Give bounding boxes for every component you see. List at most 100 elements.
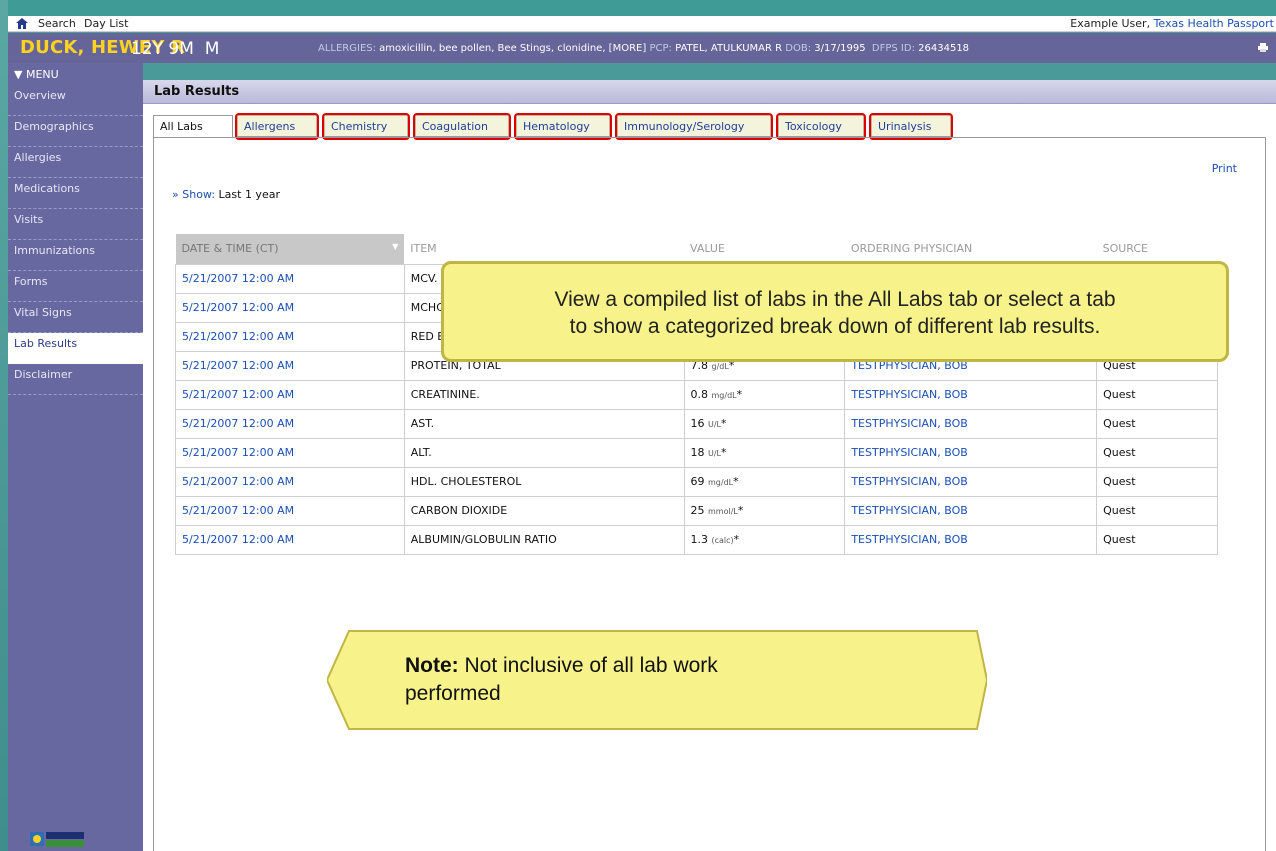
table-row: 5/21/2007 12:00 AM ALT. 18 U/L* TESTPHYSICI… [175,437,1218,468]
tab-toxicology[interactable]: Toxicology [778,115,864,137]
tab-all-labs[interactable]: All Labs [153,115,233,138]
sidebar-item-disclaimer[interactable]: Disclaimer [8,364,143,395]
dob-value: 3/17/1995 [814,43,866,54]
patient-sex: M [204,39,220,59]
day-list-link[interactable]: Day List [84,17,128,30]
tab-urinalysis[interactable]: Urinalysis [871,115,951,137]
sidebar-item-allergies[interactable]: Allergies [8,147,143,178]
user-info: Example User, Texas Health Passport [1070,17,1274,30]
row-source: Quest [1096,524,1218,555]
note-text: Note: Not inclusive of all lab work perf… [405,652,718,708]
show-filter[interactable]: » Show: Last 1 year [172,188,280,201]
dob-label: DOB: [785,43,812,54]
sidebar-item-visits[interactable]: Visits [8,209,143,240]
sidebar-item-demographics[interactable]: Demographics [8,116,143,147]
pcp-value: PATEL, ATULKUMAR R [675,43,783,54]
allergies-value[interactable]: amoxicillin, bee pollen, Bee Stings, clo… [379,43,646,54]
abnormal-marker: * [721,446,727,459]
abnormal-marker: * [733,475,739,488]
row-date-link[interactable]: 5/21/2007 12:00 AM [175,263,405,294]
row-value-number: 25 [690,504,705,517]
show-label: » Show: [172,188,216,201]
tab-immunology-serology[interactable]: Immunology/Serology [617,115,771,137]
row-date-link[interactable]: 5/21/2007 12:00 AM [175,495,405,526]
row-physician-link[interactable]: TESTPHYSICIAN, BOB [844,495,1098,526]
superior-logo [30,832,84,847]
row-date-link[interactable]: 5/21/2007 12:00 AM [175,408,405,439]
home-icon[interactable] [16,18,28,29]
user-name: Example User, [1070,17,1154,30]
note-line-1: Not inclusive of all lab work [458,654,718,677]
row-item: ALT. [403,437,685,468]
row-physician-link[interactable]: TESTPHYSICIAN, BOB [844,466,1098,497]
row-value-unit: U/L [708,449,722,458]
row-source: Quest [1096,408,1218,439]
abnormal-marker: * [733,533,740,546]
col-header-value[interactable]: VALUE [684,234,845,264]
page-title: Lab Results [154,84,240,99]
pcp-label: PCP: [649,43,672,54]
row-date-link[interactable]: 5/21/2007 12:00 AM [175,437,405,468]
row-value: 69 mg/dL* [683,466,846,497]
window-left-strip [0,0,8,851]
callout-line-1: View a compiled list of labs in the All … [554,288,1116,311]
patient-age-sex: 12Y 9M M [131,39,219,59]
row-value: 18 U/L* [683,437,846,468]
row-physician-link[interactable]: TESTPHYSICIAN, BOB [844,437,1098,468]
sidebar-item-vital-signs[interactable]: Vital Signs [8,302,143,333]
row-physician-link[interactable]: TESTPHYSICIAN, BOB [844,379,1098,410]
lab-tabs: All Labs Allergens Chemistry Coagulation… [153,113,1275,140]
tab-coagulation[interactable]: Coagulation [415,115,509,137]
row-physician-link[interactable]: TESTPHYSICIAN, BOB [844,524,1098,555]
callout-line-2: to show a categorized break down of diff… [569,315,1101,338]
tab-allergens[interactable]: Allergens [237,115,317,137]
print-link[interactable]: Print [1212,162,1237,175]
col-header-physician[interactable]: ORDERING PHYSICIAN [845,234,1097,264]
col-header-date-label: DATE & TIME (CT) [181,242,279,256]
row-date-link[interactable]: 5/21/2007 12:00 AM [175,350,405,381]
row-date-link[interactable]: 5/21/2007 12:00 AM [175,292,405,323]
row-item: ALBUMIN/GLOBULIN RATIO [403,524,685,555]
sidebar-item-overview[interactable]: Overview [8,85,143,116]
row-value-unit: mg/dL [708,478,734,487]
col-header-date[interactable]: DATE & TIME (CT) ▼ [175,234,405,264]
row-source: Quest [1096,495,1218,526]
table-row: 5/21/2007 12:00 AM CARBON DIOXIDE 25 mmol/… [175,495,1218,526]
tab-hematology[interactable]: Hematology [516,115,610,137]
org-link[interactable]: Texas Health Passport [1154,17,1274,30]
sidebar-item-forms[interactable]: Forms [8,271,143,302]
row-date-link[interactable]: 5/21/2007 12:00 AM [175,466,405,497]
sidebar-menu: Overview Demographics Allergies Medicati… [8,79,143,851]
patient-details: ALLERGIES: amoxicillin, bee pollen, Bee … [318,43,969,54]
row-value-number: 1.3 [690,533,709,546]
row-value-unit: (calc) [711,536,734,545]
row-value-number: 16 [690,417,705,430]
window-top-strip [0,0,1276,16]
row-date-link[interactable]: 5/21/2007 12:00 AM [175,524,405,555]
table-row: 5/21/2007 12:00 AM ALBUMIN/GLOBULIN RATIO… [175,524,1218,555]
sidebar-item-immunizations[interactable]: Immunizations [8,240,143,271]
tab-chemistry[interactable]: Chemistry [324,115,408,137]
abnormal-marker: * [736,388,743,401]
row-source: Quest [1096,437,1218,468]
row-value-unit: g/dL [711,362,729,371]
row-date-link[interactable]: 5/21/2007 12:00 AM [175,321,405,352]
col-header-source[interactable]: SOURCE [1097,234,1218,264]
tabs-callout: View a compiled list of labs in the All … [441,261,1229,362]
row-physician-link[interactable]: TESTPHYSICIAN, BOB [844,408,1098,439]
note-bold: Note: [405,654,459,677]
patient-banner: DUCK, HEWEY R 12Y 9M M ALLERGIES: amoxic… [8,33,1276,63]
row-item: HDL. CHOLESTEROL [403,466,685,497]
show-label-text: Show: [182,188,216,201]
search-link[interactable]: Search [38,17,76,30]
row-value: 1.3 (calc)* [683,524,846,555]
row-date-link[interactable]: 5/21/2007 12:00 AM [175,379,405,410]
row-source: Quest [1096,379,1218,410]
abnormal-marker: * [737,504,744,517]
printer-icon[interactable] [1258,43,1268,52]
sidebar-item-medications[interactable]: Medications [8,178,143,209]
col-header-item[interactable]: ITEM [404,234,684,264]
sidebar-item-lab-results[interactable]: Lab Results [8,333,143,364]
row-value-number: 0.8 [690,388,709,401]
row-value-unit: mg/dL [711,391,737,400]
